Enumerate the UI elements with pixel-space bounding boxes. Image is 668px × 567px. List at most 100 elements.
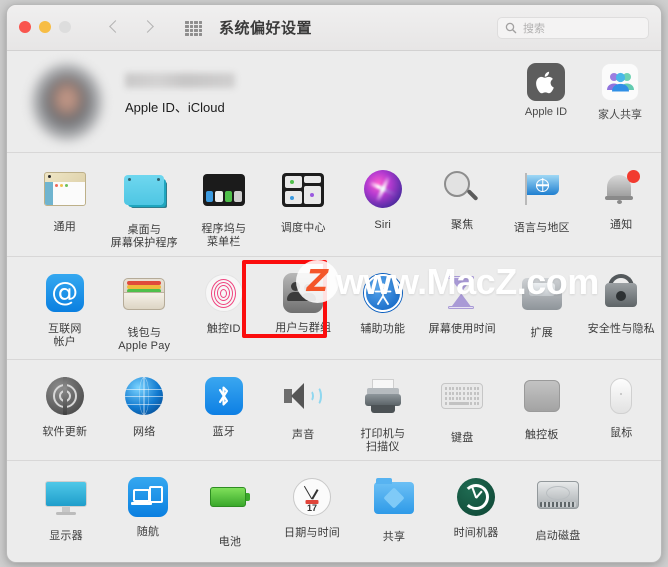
page-title: 系统偏好设置 [219,20,313,37]
pref-date-time[interactable]: 17 日期与时间 [271,471,353,549]
label: 共享 [382,531,406,543]
label: 语言与地区 [513,222,570,234]
sharing-icon [372,478,416,526]
label: 鼠标 [610,427,633,439]
label: 启动磁盘 [535,530,581,542]
pref-sound[interactable]: 声音 [264,370,344,454]
label: 调度中心 [280,222,326,234]
pref-mouse[interactable]: 鼠标 [582,370,662,454]
section-hardware: 软件更新 网络 蓝牙 声音 打印机与 扫描仪 键盘 触控板 鼠标 [7,360,661,461]
section-personal: 通用 桌面与 屏幕保护程序 程序坞与 菜单栏 调度中心 Siri 聚焦 语言与地… [7,153,661,257]
label: 随航 [136,526,160,538]
navigation-buttons [108,17,154,39]
label: 触控板 [524,429,559,441]
trackpad-icon [520,380,564,424]
system-preferences-window: 系统偏好设置 搜索 Apple ID、iCloud Apple ID 家人共享 … [6,4,662,563]
label: 用户与群组 [275,322,332,334]
label: 程序坞与 菜单栏 [201,223,247,248]
extensions-icon [520,278,564,322]
pref-trackpad[interactable]: 触控板 [502,370,582,454]
pref-wallet-applepay[interactable]: 钱包与 Apple Pay [105,267,185,353]
pref-internet-accounts[interactable]: @ 互联网 帐户 [25,267,105,353]
search-icon [505,22,517,34]
label: 时间机器 [453,527,499,539]
pref-startup-disk[interactable]: 启动磁盘 [517,471,599,549]
apple-id-tile[interactable]: Apple ID [511,63,581,118]
search-placeholder: 搜索 [523,23,545,35]
pref-desktop-screensaver[interactable]: 桌面与 屏幕保护程序 [105,163,185,250]
keyboard-icon [440,383,484,427]
sidecar-icon [126,477,170,521]
accessibility-icon [361,274,405,318]
mission-control-icon [281,173,325,217]
label: 声音 [292,429,315,441]
pref-bluetooth[interactable]: 蓝牙 [184,370,264,454]
zoom-button[interactable] [59,21,71,33]
family-sharing-label: 家人共享 [598,109,642,121]
network-icon [122,377,166,421]
battery-icon [208,487,252,531]
pref-sharing[interactable]: 共享 [353,471,435,549]
pref-screen-time[interactable]: 屏幕使用时间 [423,267,503,353]
pref-printers-scanners[interactable]: 打印机与 扫描仪 [343,370,423,454]
pref-users-groups[interactable]: 用户与群组 [264,267,344,353]
family-sharing-tile[interactable]: 家人共享 [585,63,655,122]
pref-siri[interactable]: Siri [343,163,423,250]
pref-accessibility[interactable]: 辅助功能 [343,267,423,353]
pref-extensions[interactable]: 扩展 [502,267,582,353]
label: 日期与时间 [284,527,340,539]
pref-mission-control[interactable]: 调度中心 [264,163,344,250]
pref-language-region[interactable]: 语言与地区 [502,163,582,250]
pref-displays[interactable]: 显示器 [25,471,107,549]
label: 软件更新 [42,426,88,438]
pref-general[interactable]: 通用 [25,163,105,250]
pref-security-privacy[interactable]: 安全性与隐私 [582,267,662,353]
pref-notifications[interactable]: 通知 [582,163,662,250]
pref-sidecar[interactable]: 随航 [107,471,189,549]
label: 聚焦 [451,219,474,231]
displays-icon [44,481,88,525]
pref-battery[interactable]: 电池 [189,471,271,549]
notifications-icon [599,170,643,214]
pref-software-update[interactable]: 软件更新 [25,370,105,454]
pref-touch-id[interactable]: 触控ID [184,267,264,353]
back-button[interactable] [108,17,122,39]
label: 扩展 [530,327,553,339]
window-controls [19,21,71,33]
time-machine-icon [454,478,498,522]
date-time-icon: 17 [290,478,334,522]
touch-id-icon [202,274,246,318]
pref-keyboard[interactable]: 键盘 [423,370,503,454]
security-privacy-icon [599,274,643,318]
pref-spotlight[interactable]: 聚焦 [423,163,503,250]
close-button[interactable] [19,21,31,33]
search-field[interactable]: 搜索 [497,17,649,39]
pref-time-machine[interactable]: 时间机器 [435,471,517,549]
pref-network[interactable]: 网络 [105,370,185,454]
label: 通知 [610,219,633,231]
label: 屏幕使用时间 [428,323,496,335]
label: 蓝牙 [212,426,235,438]
label: 辅助功能 [360,323,406,335]
general-icon [43,172,87,216]
label: 键盘 [451,432,474,444]
dock-menubar-icon [202,174,246,218]
title-bar: 系统偏好设置 搜索 [7,5,661,51]
label: 网络 [133,426,156,438]
label: 显示器 [49,530,83,542]
apple-logo-icon [527,63,565,101]
bluetooth-icon [202,377,246,421]
wallet-applepay-icon [122,278,166,322]
section-system: 显示器 随航 电池 17 日期与时间 共享 时间机器 启动磁盘 [7,461,661,555]
pref-dock-menubar[interactable]: 程序坞与 菜单栏 [184,163,264,250]
label: Siri [374,219,392,231]
forward-button[interactable] [140,17,154,39]
desktop-screensaver-icon [122,175,166,219]
show-all-grid-icon[interactable] [185,21,202,36]
printers-scanners-icon [361,379,405,423]
account-name-blurred [125,73,235,88]
sound-icon [281,380,325,424]
family-sharing-icon [601,63,639,101]
minimize-button[interactable] [39,21,51,33]
apple-id-account-row[interactable]: Apple ID、iCloud Apple ID 家人共享 [7,51,661,153]
